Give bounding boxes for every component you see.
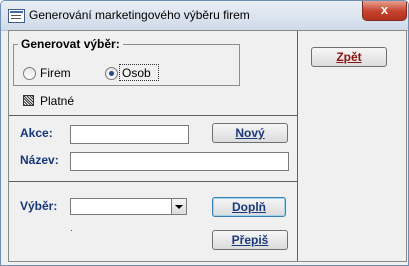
vyber-label: Výběr: (20, 199, 58, 213)
title-bar[interactable]: Generování marketingového výběru firem x (1, 1, 408, 31)
chevron-down-icon[interactable] (171, 199, 186, 214)
radio-osob[interactable] (105, 67, 118, 80)
nazev-label: Název: (20, 153, 59, 167)
close-button[interactable]: x (362, 1, 407, 21)
dot-mark (71, 230, 72, 231)
radio-firem-label: Firem (40, 66, 71, 80)
platne-label: Platné (40, 94, 75, 108)
generate-group: Generovat výběr: Firem Osob (13, 37, 240, 86)
form-icon (8, 9, 25, 23)
vertical-divider (297, 31, 298, 261)
section-divider-1 (9, 115, 297, 116)
radio-osob-label: Osob (122, 66, 151, 80)
nazev-input[interactable] (70, 152, 289, 171)
form-body: Generovat výběr: Firem Osob Platné Akce:… (8, 30, 407, 262)
akce-label: Akce: (20, 126, 53, 140)
novy-button[interactable]: Nový (212, 123, 288, 143)
dopln-button[interactable]: Doplň (212, 197, 286, 217)
section-divider-2 (9, 181, 297, 182)
vyber-dropdown[interactable] (70, 198, 187, 215)
generate-group-title: Generovat výběr: (18, 37, 123, 51)
akce-input[interactable] (70, 125, 189, 144)
window-title: Generování marketingového výběru firem (29, 8, 250, 22)
zpet-button[interactable]: Zpět (311, 47, 387, 67)
prepis-button[interactable]: Přepiš (212, 230, 288, 250)
radio-firem[interactable] (23, 67, 36, 80)
platne-checkbox[interactable] (23, 95, 34, 106)
dialog-window: Generování marketingového výběru firem x… (0, 0, 409, 266)
